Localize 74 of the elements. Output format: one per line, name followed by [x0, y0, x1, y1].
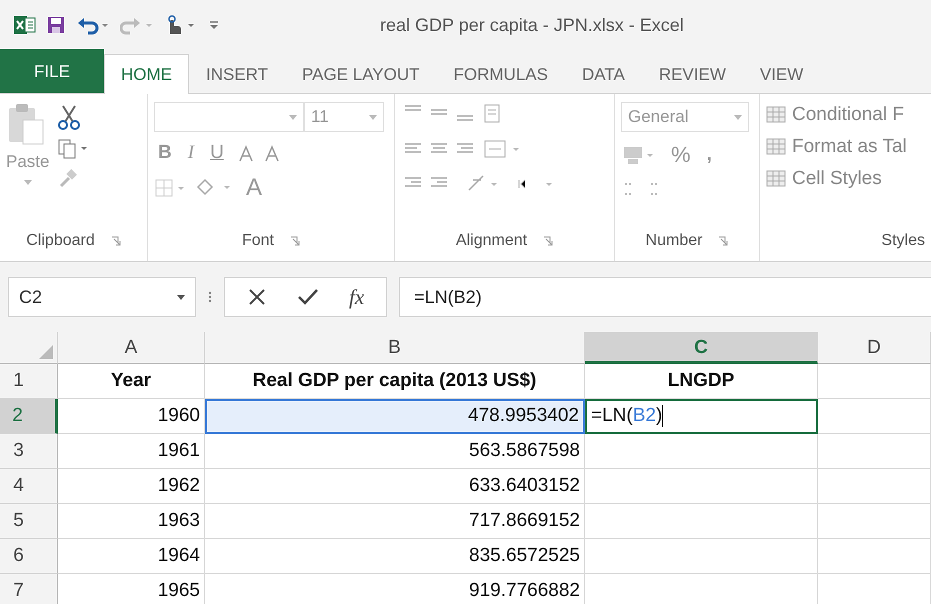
ribbon-tab[interactable]: FORMULAS: [436, 55, 565, 93]
table-cell: 717.8669152: [205, 504, 585, 539]
file-tab[interactable]: FILE: [0, 49, 104, 93]
table-cell: 1965: [58, 574, 205, 604]
window-title: real GDP per capita - JPN.xlsx - Excel: [380, 14, 684, 36]
row-header[interactable]: 3: [0, 434, 58, 469]
redo-icon[interactable]: [120, 15, 154, 35]
dialog-launcher-icon[interactable]: [718, 236, 728, 246]
row-header[interactable]: 5: [0, 504, 58, 539]
column-header[interactable]: C: [585, 332, 818, 364]
styles-button[interactable]: Format as Tal: [766, 134, 925, 160]
group-label: Font: [242, 232, 274, 250]
column-header[interactable]: D: [818, 332, 931, 364]
scissors-icon[interactable]: [57, 104, 82, 130]
ribbon-tab[interactable]: VIEW: [742, 55, 820, 93]
styles-button[interactable]: Cell Styles: [766, 166, 925, 192]
corner-triangle-icon: [39, 345, 53, 359]
font-size-box[interactable]: 11: [304, 102, 384, 132]
save-icon[interactable]: [46, 15, 66, 35]
font-color-button[interactable]: A: [242, 174, 266, 202]
row-header[interactable]: 7: [0, 574, 58, 604]
group-label: Alignment: [456, 232, 528, 250]
number-format-box[interactable]: General: [621, 102, 749, 132]
excel-logo-icon[interactable]: [14, 15, 36, 35]
column-header[interactable]: B: [205, 332, 585, 364]
table-cell: 1963: [58, 504, 205, 539]
dropdown-arrow-icon[interactable]: [24, 180, 32, 185]
ribbon-tab[interactable]: INSERT: [189, 55, 286, 93]
grip-icon: [208, 291, 212, 303]
active-cell-editor[interactable]: =LN(B2): [585, 399, 818, 434]
dialog-launcher-icon[interactable]: [543, 236, 554, 246]
table-cell: 633.6403152: [205, 469, 585, 504]
italic-button[interactable]: I: [184, 142, 198, 164]
checkmark-icon[interactable]: [297, 287, 319, 307]
table-cell: 1964: [58, 539, 205, 574]
dialog-launcher-icon[interactable]: [110, 236, 121, 246]
table-cell: 1961: [58, 434, 205, 469]
table-cell: LNGDP: [585, 364, 818, 399]
referenced-cell: 478.9953402: [205, 399, 585, 434]
table-cell: 563.5867598: [205, 434, 585, 469]
table-style-icon: [766, 137, 788, 157]
borders-icon[interactable]: [154, 178, 186, 198]
underline-button[interactable]: U: [206, 142, 228, 164]
column-header[interactable]: A: [58, 332, 205, 364]
group-label: Clipboard: [26, 232, 95, 250]
insert-function-button[interactable]: fx: [349, 284, 364, 310]
row-header[interactable]: 4: [0, 469, 58, 504]
table-style-icon: [766, 105, 788, 125]
undo-icon[interactable]: [76, 15, 110, 35]
percent-button[interactable]: %: [667, 142, 695, 168]
row-header[interactable]: 2: [0, 399, 58, 434]
styles-button[interactable]: Conditional F: [766, 102, 925, 128]
group-label: Number: [646, 232, 702, 250]
row-header[interactable]: 6: [0, 539, 58, 574]
table-cell: Year: [58, 364, 205, 399]
ribbon-tab[interactable]: PAGE LAYOUT: [285, 55, 437, 93]
row-header[interactable]: 1: [0, 364, 58, 399]
formula-field[interactable]: =LN(B2): [399, 277, 931, 317]
bold-button[interactable]: B: [154, 142, 176, 164]
group-label: Styles: [881, 232, 925, 250]
table-cell: 1962: [58, 469, 205, 504]
comma-button[interactable]: ,: [702, 144, 716, 166]
name-box[interactable]: C2: [8, 277, 196, 317]
table-cell: 835.6572525: [205, 539, 585, 574]
ribbon-tab[interactable]: HOME: [104, 54, 189, 94]
paste-button[interactable]: Paste: [6, 102, 50, 221]
ribbon-tab[interactable]: REVIEW: [642, 55, 743, 93]
dialog-launcher-icon[interactable]: [290, 236, 300, 246]
ribbon-tab[interactable]: DATA: [564, 55, 642, 93]
table-cell: 919.7766882: [205, 574, 585, 604]
close-icon[interactable]: [247, 287, 267, 307]
table-style-icon: [766, 169, 788, 189]
copy-icon[interactable]: [57, 138, 90, 160]
format-painter-icon[interactable]: [57, 168, 80, 188]
